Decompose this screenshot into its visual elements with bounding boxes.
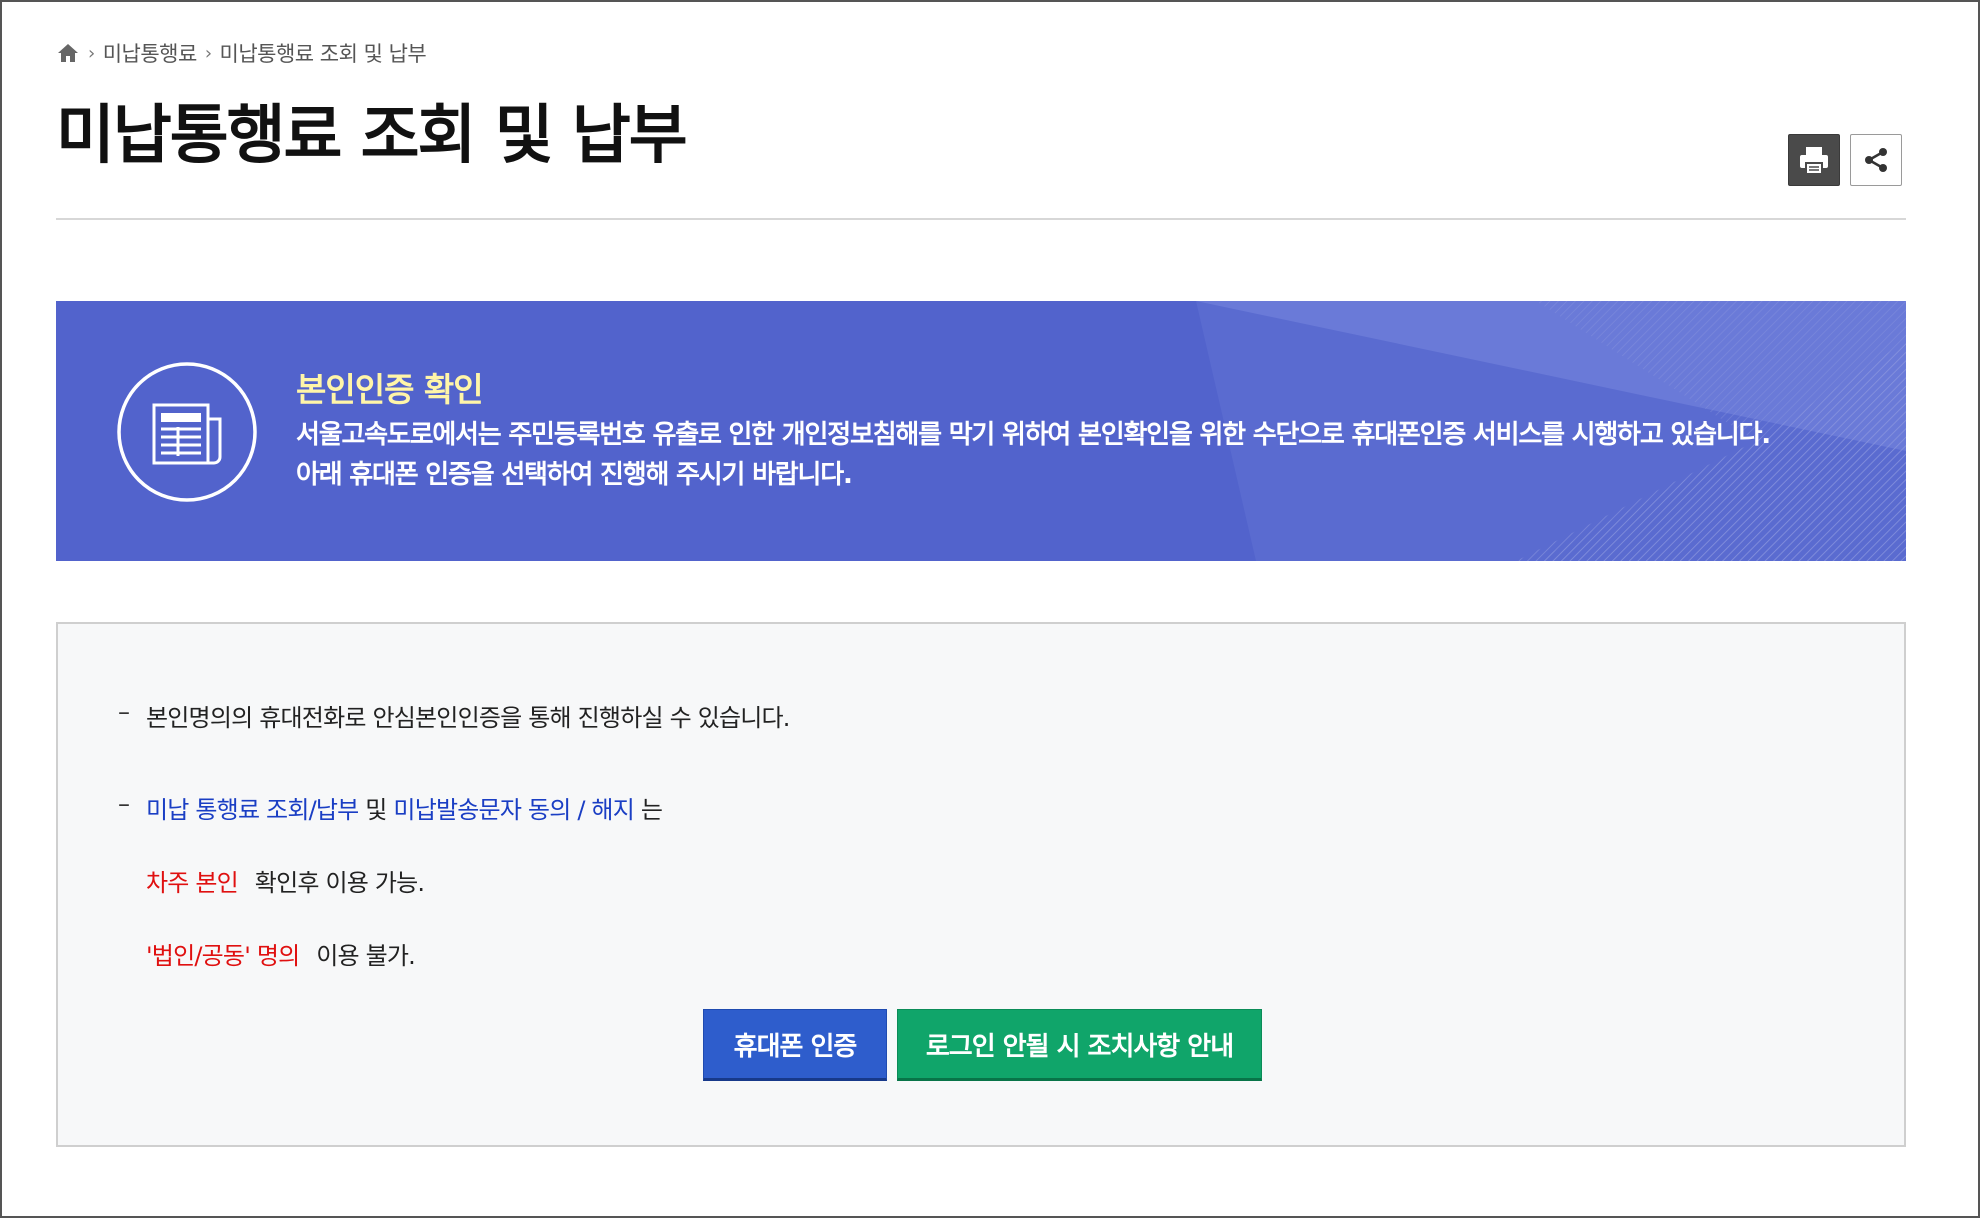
print-icon — [1800, 147, 1828, 175]
action-buttons: 휴대폰 인증 로그인 안될 시 조치사항 안내 — [703, 1009, 1262, 1081]
notice-text: 는 — [634, 796, 663, 824]
service-unpaid-toll-label: 미납 통행료 조회/납부 — [146, 796, 359, 824]
banner-line: 서울고속도로에서는 주민등록번호 유출로 인한 개인정보침해를 막기 위하여 본… — [296, 420, 1771, 450]
notice-text: 확인후 이용 가능. — [254, 869, 425, 897]
identity-banner: 본인인증 확인 서울고속도로에서는 주민등록번호 유출로 인한 개인정보침해를 … — [56, 301, 1906, 561]
home-icon[interactable] — [56, 41, 80, 65]
corporate-label: '법인/공동' 명의 — [146, 942, 300, 970]
notice-phone-auth: 본인명의의 휴대전화로 안심본인인증을 통해 진행하실 수 있습니다. — [146, 698, 790, 733]
breadcrumb-separator-icon: › — [88, 42, 95, 64]
owner-label: 차주 본인 — [146, 869, 239, 897]
title-divider — [56, 218, 1906, 220]
breadcrumb: › 미납통행료 › 미납통행료 조회 및 납부 — [56, 36, 427, 70]
banner-description: 서울고속도로에서는 주민등록번호 유출로 인한 개인정보침해를 막기 위하여 본… — [296, 415, 1771, 495]
banner-heading: 본인인증 확인 — [296, 370, 484, 409]
share-icon — [1865, 148, 1887, 172]
list-bullet: – — [118, 790, 130, 818]
page-frame: › 미납통행료 › 미납통행료 조회 및 납부 미납통행료 조회 및 납부 본인… — [0, 0, 1980, 1218]
breadcrumb-item-unpaid-toll[interactable]: 미납통행료 — [103, 38, 198, 68]
info-box: – 본인명의의 휴대전화로 안심본인인증을 통해 진행하실 수 있습니다. – … — [56, 622, 1906, 1147]
breadcrumb-separator-icon: › — [204, 42, 212, 64]
page-title: 미납통행료 조회 및 납부 — [56, 99, 688, 173]
list-bullet: – — [118, 698, 130, 726]
print-button[interactable] — [1788, 134, 1840, 186]
login-help-button[interactable]: 로그인 안될 시 조치사항 안내 — [897, 1009, 1262, 1081]
share-button[interactable] — [1850, 134, 1902, 186]
phone-auth-button[interactable]: 휴대폰 인증 — [703, 1009, 887, 1081]
notice-owner-only: 차주 본인 확인후 이용 가능. — [146, 863, 425, 898]
page-tools — [1788, 134, 1902, 186]
notice-text: 이용 불가. — [316, 942, 416, 970]
notice-corporate-unavailable: '법인/공동' 명의 이용 불가. — [146, 936, 416, 971]
service-sms-consent-label: 미납발송문자 동의 / 해지 — [393, 796, 634, 824]
notice-text: 및 — [358, 796, 394, 824]
document-icon — [116, 361, 258, 503]
banner-line: 아래 휴대폰 인증을 선택하여 진행해 주시기 바랍니다. — [296, 460, 853, 490]
notice-services: 미납 통행료 조회/납부 및 미납발송문자 동의 / 해지 는 — [146, 790, 663, 825]
notice-text: 본인명의의 휴대전화로 안심본인인증을 통해 진행하실 수 있습니다. — [146, 704, 790, 732]
breadcrumb-item-current[interactable]: 미납통행료 조회 및 납부 — [220, 38, 427, 68]
